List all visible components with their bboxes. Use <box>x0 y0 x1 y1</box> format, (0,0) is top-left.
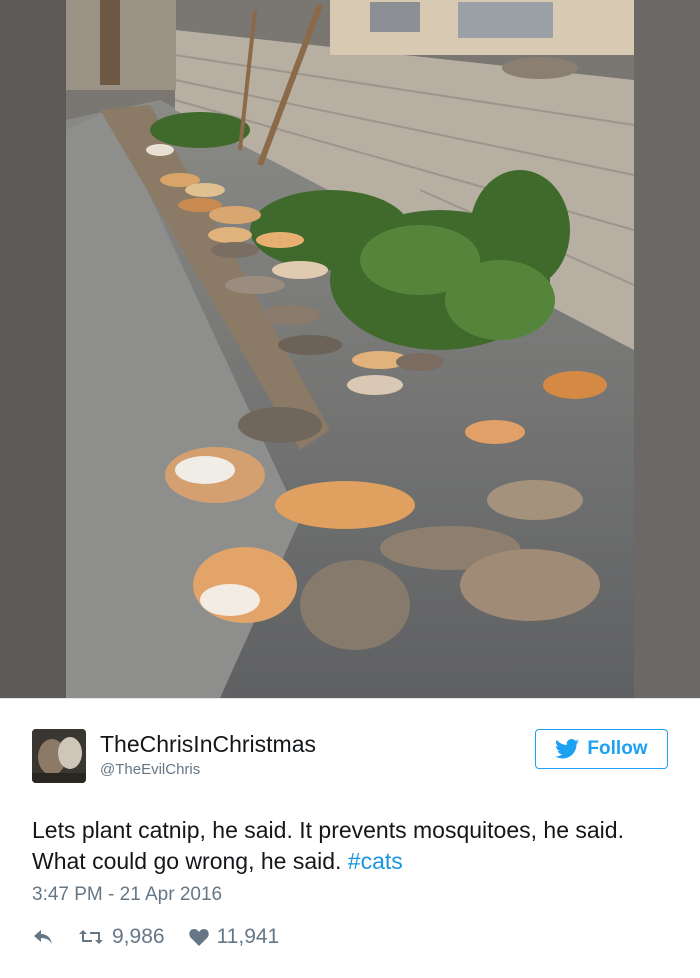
tweet-photo[interactable] <box>0 0 700 698</box>
tweet-text-body: Lets plant catnip, he said. It prevents … <box>32 817 624 874</box>
reply-button[interactable] <box>32 928 54 946</box>
cats-photo <box>0 0 700 698</box>
user-handle[interactable]: @TheEvilChris <box>100 761 200 778</box>
follow-button[interactable]: Follow <box>535 729 668 769</box>
like-count: 11,941 <box>216 925 280 948</box>
avatar[interactable] <box>32 729 86 783</box>
retweet-button[interactable]: 9,986 <box>78 925 165 949</box>
hashtag-link[interactable]: #cats <box>348 848 403 874</box>
like-button[interactable]: 11,941 <box>188 925 280 949</box>
display-name[interactable]: TheChrisInChristmas <box>100 731 316 758</box>
follow-label: Follow <box>587 738 648 759</box>
heart-icon <box>188 929 209 946</box>
tweet-timestamp[interactable]: 3:47 PM - 21 Apr 2016 <box>32 884 222 906</box>
avatar-image <box>32 729 86 783</box>
reply-icon <box>34 930 52 944</box>
retweet-icon <box>79 930 103 944</box>
retweet-count: 9,986 <box>112 925 165 948</box>
bird-icon <box>555 739 580 759</box>
tweet-text: Lets plant catnip, he said. It prevents … <box>32 815 672 877</box>
tweet-card: TheChrisInChristmas @TheEvilChris Follow… <box>0 698 700 978</box>
tweet-actions: 9,986 11,941 <box>32 925 279 949</box>
